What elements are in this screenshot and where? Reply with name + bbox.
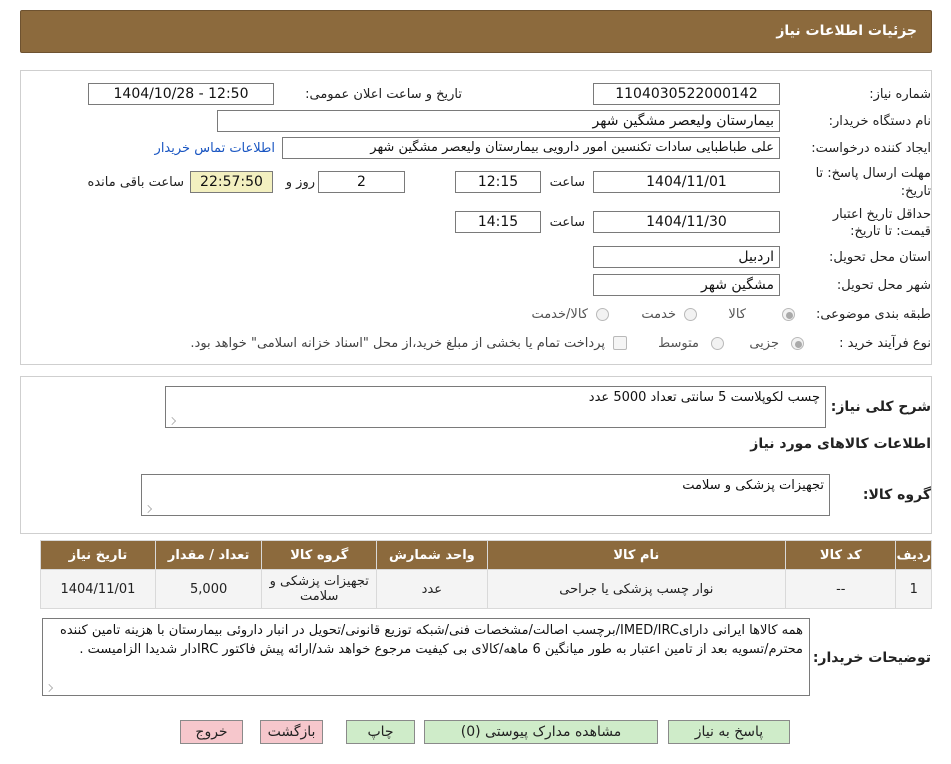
cell-quantity: 5,000: [154, 569, 263, 609]
validity-label-date: قیمت: تا تاریخ:: [850, 224, 931, 239]
buyer-contact-link[interactable]: اطلاعات تماس خریدار: [155, 141, 275, 156]
cell-need-date: 1404/11/01: [40, 569, 156, 609]
process-type-label: نوع فرآیند خرید :: [839, 336, 931, 351]
city-field: مشگین شهر: [593, 274, 780, 296]
summary-textarea[interactable]: چسب لکوپلاست 5 سانتی تعداد 5000 عدد: [165, 386, 826, 428]
category-option-service: خدمت: [641, 307, 676, 322]
col-goods-name: نام کالا: [486, 540, 787, 570]
buyer-org-label: نام دستگاه خریدار:: [828, 114, 931, 129]
page-header: جزئیات اطلاعات نیاز: [20, 10, 932, 53]
goods-group-text: تجهیزات پزشکی و سلامت: [682, 478, 824, 493]
goods-group-label: گروه کالا:: [862, 487, 931, 503]
buyer-notes-textarea[interactable]: همه کالاها ایرانی دارایIMED/IRC/برچسب اص…: [42, 618, 810, 696]
creator-label: ایجاد کننده درخواست:: [811, 141, 931, 156]
col-goods-group: گروه کالا: [261, 540, 378, 570]
province-field: اردبیل: [593, 246, 780, 268]
deadline-time-label: ساعت: [549, 175, 585, 190]
cell-goods-name: نوار چسب پزشکی یا جراحی: [486, 569, 787, 609]
col-quantity: تعداد / مقدار: [154, 540, 263, 570]
print-button[interactable]: چاپ: [346, 720, 415, 744]
days-field: 2: [318, 171, 405, 193]
deadline-label-date: تاریخ:: [900, 184, 931, 199]
validity-label: حداقل تاریخ اعتبار: [832, 207, 931, 222]
category-label: طبقه بندی موضوعی:: [815, 307, 931, 322]
table-row: 1 -- نوار چسب پزشکی یا جراحی عدد تجهیزات…: [40, 569, 932, 609]
buyer-org-field: بیمارستان ولیعصر مشگین شهر: [217, 110, 780, 132]
cell-unit: عدد: [376, 569, 488, 609]
days-label: روز و: [285, 175, 315, 190]
summary-label: شرح کلی نیاز:: [830, 399, 931, 415]
buyer-notes-text: همه کالاها ایرانی دارایIMED/IRC/برچسب اص…: [60, 623, 803, 657]
col-need-date: تاریخ نیاز: [40, 540, 156, 570]
col-goods-code: کد کالا: [785, 540, 897, 570]
category-option-goods: کالا: [728, 307, 746, 322]
creator-field: علی طباطبایی سادات تکنسین امور دارویی بی…: [282, 137, 780, 159]
process-option-minor: جزیی: [749, 336, 779, 351]
validity-time-field: 14:15: [455, 211, 541, 233]
page-title: جزئیات اطلاعات نیاز: [776, 23, 917, 39]
validity-date-field: 1404/11/30: [593, 211, 780, 233]
col-row-number: ردیف: [895, 540, 932, 570]
remaining-time-label: ساعت باقی مانده: [87, 175, 184, 190]
goods-table: ردیف کد کالا نام کالا واحد شمارش گروه کا…: [40, 540, 932, 609]
category-option-goods-service: کالا/خدمت: [531, 307, 588, 322]
treasury-payment-checkbox[interactable]: [613, 336, 627, 350]
category-radio-goods[interactable]: [782, 308, 795, 321]
view-attachments-button[interactable]: مشاهده مدارک پیوستی (0): [424, 720, 658, 744]
cell-goods-group: تجهیزات پزشکی و سلامت: [261, 569, 378, 609]
category-radio-goods-service[interactable]: [596, 308, 609, 321]
city-label: شهر محل تحویل:: [836, 278, 931, 293]
need-number-field: 1104030522000142: [593, 83, 780, 105]
validity-time-label: ساعت: [549, 215, 585, 230]
treasury-payment-note: پرداخت تمام یا بخشی از مبلغ خرید،از محل …: [190, 336, 605, 351]
process-radio-medium[interactable]: [711, 337, 724, 350]
process-option-medium: متوسط: [658, 336, 699, 351]
process-radio-minor[interactable]: [791, 337, 804, 350]
exit-button[interactable]: خروج: [180, 720, 243, 744]
remaining-time-field: 22:57:50: [190, 171, 273, 193]
announce-date-field: 1404/10/28 - 12:50: [88, 83, 274, 105]
announce-date-label: تاریخ و ساعت اعلان عمومی:: [305, 87, 462, 102]
deadline-date-field: 1404/11/01: [593, 171, 780, 193]
buyer-notes-label: توضیحات خریدار:: [812, 650, 931, 666]
cell-goods-code: --: [785, 569, 897, 609]
category-radio-service[interactable]: [684, 308, 697, 321]
goods-group-textarea[interactable]: تجهیزات پزشکی و سلامت: [141, 474, 830, 516]
need-number-label: شماره نیاز:: [869, 87, 931, 102]
cell-row-number: 1: [895, 569, 932, 609]
col-unit: واحد شمارش: [376, 540, 488, 570]
deadline-time-field: 12:15: [455, 171, 541, 193]
back-button[interactable]: بازگشت: [260, 720, 323, 744]
province-label: استان محل تحویل:: [829, 250, 931, 265]
goods-info-title: اطلاعات کالاهای مورد نیاز: [750, 436, 931, 452]
table-header-row: ردیف کد کالا نام کالا واحد شمارش گروه کا…: [40, 540, 932, 570]
summary-text: چسب لکوپلاست 5 سانتی تعداد 5000 عدد: [588, 390, 820, 405]
deadline-label: مهلت ارسال پاسخ: تا: [815, 166, 931, 181]
reply-to-need-button[interactable]: پاسخ به نیاز: [668, 720, 790, 744]
